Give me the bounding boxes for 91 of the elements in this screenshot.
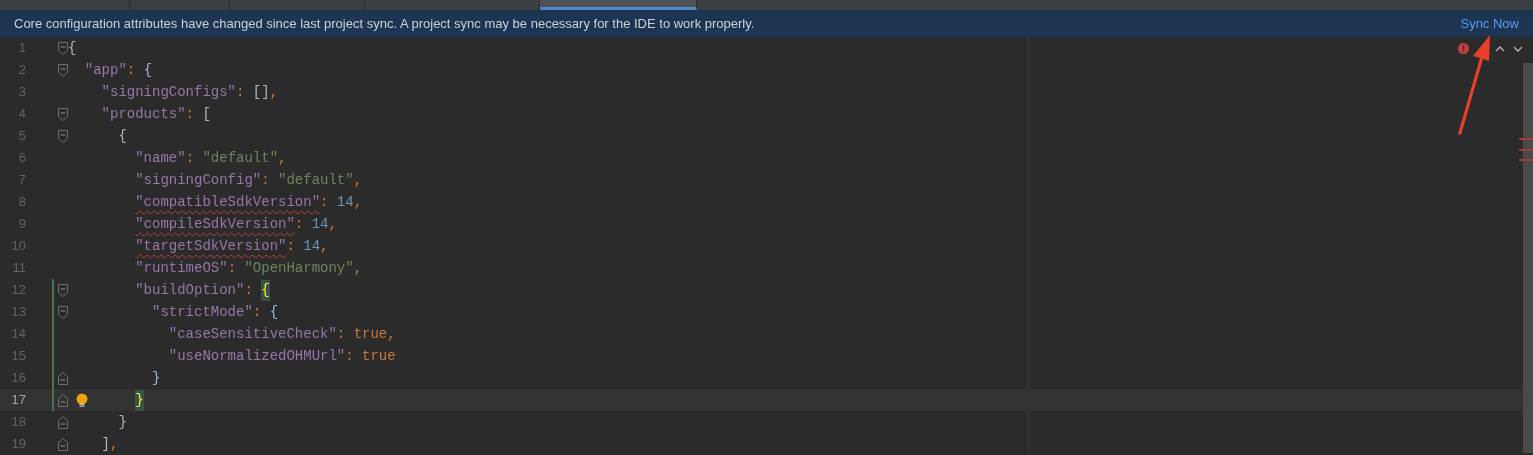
- code-token: ,: [387, 324, 396, 344]
- fold-icon[interactable]: [58, 63, 68, 77]
- fold-icon[interactable]: [58, 107, 68, 121]
- code-token: "default": [202, 148, 279, 168]
- fold-icon[interactable]: [58, 371, 68, 385]
- code-token: "signingConfigs": [101, 82, 236, 102]
- code-token: "strictMode": [152, 302, 253, 322]
- code-token: 14: [311, 214, 329, 234]
- code-token: {: [261, 279, 270, 301]
- fold-icon[interactable]: [58, 415, 68, 429]
- line-number: 4: [17, 105, 26, 124]
- code-token: ]: [101, 434, 110, 454]
- code-token: [: [202, 104, 211, 124]
- code-token: "signingConfig": [135, 170, 262, 190]
- code-token: :: [227, 258, 238, 278]
- code-token: }: [152, 368, 161, 388]
- line-number: 3: [17, 83, 26, 102]
- chevron-down-icon[interactable]: [1513, 45, 1523, 52]
- code-token: {: [118, 126, 127, 146]
- fold-icon[interactable]: [58, 305, 68, 319]
- code-token: {: [143, 60, 153, 80]
- code-token: "compileSdkVersion": [135, 214, 295, 234]
- error-icon[interactable]: [1458, 43, 1469, 54]
- code-token: "caseSensitiveCheck": [168, 324, 337, 344]
- code-token: :: [126, 60, 137, 80]
- code-token: }: [118, 412, 127, 432]
- code-token: ,: [320, 236, 329, 256]
- code-token: :: [345, 346, 355, 366]
- code-token: ,: [353, 170, 363, 190]
- code-token: :: [336, 324, 347, 344]
- line-number: 13: [10, 303, 26, 322]
- line-number: 7: [17, 171, 26, 190]
- code-token: "compatibleSdkVersion": [135, 192, 321, 212]
- line-number: 11: [11, 259, 26, 278]
- line-number: 12: [10, 281, 26, 300]
- code-token: :: [185, 104, 195, 124]
- code-token: ,: [353, 192, 363, 212]
- lightbulb-icon[interactable]: [76, 393, 88, 408]
- line-number: 6: [17, 149, 26, 168]
- line-number: 19: [10, 435, 26, 454]
- code-token: :: [244, 280, 254, 300]
- code-token: ,: [353, 258, 363, 278]
- line-number: 2: [17, 61, 26, 80]
- code-token: {: [269, 302, 279, 322]
- code-token: "app": [84, 60, 127, 80]
- scrollbar[interactable]: [1523, 63, 1533, 453]
- line-number: 8: [17, 193, 26, 212]
- banner-message: Core configuration attributes have changed since last project sync. A project sync may be necessary for the IDE to work properly.: [14, 14, 755, 33]
- code-token: "default": [278, 170, 354, 190]
- code-token: :: [261, 170, 271, 190]
- code-token: 14: [303, 236, 321, 256]
- fold-icon[interactable]: [58, 41, 68, 55]
- editor-tab[interactable]: [540, 0, 697, 10]
- sync-now-link[interactable]: Sync Now: [1460, 13, 1519, 34]
- code-token: :: [320, 192, 330, 212]
- code-token: "runtimeOS": [135, 258, 228, 278]
- code-token: ,: [328, 214, 337, 234]
- fold-icon[interactable]: [58, 283, 68, 297]
- chevron-up-icon[interactable]: [1495, 45, 1505, 52]
- code-token: "name": [135, 148, 186, 168]
- fold-icon[interactable]: [58, 393, 68, 407]
- code-token: "buildOption": [135, 280, 245, 300]
- line-number: 5: [17, 127, 26, 146]
- code-token: ,: [110, 434, 119, 454]
- fold-icon[interactable]: [58, 437, 68, 451]
- code-token: :: [294, 214, 305, 234]
- code-token: :: [286, 236, 296, 256]
- code-token: {: [68, 38, 77, 58]
- code-token: true: [353, 324, 388, 344]
- fold-icon[interactable]: [58, 129, 68, 143]
- line-number: 1: [17, 39, 26, 58]
- code-token: "targetSdkVersion": [135, 236, 287, 256]
- code-token: "products": [101, 104, 186, 124]
- code-token: :: [236, 82, 246, 102]
- code-token: }: [135, 389, 144, 411]
- code-token: :: [252, 302, 263, 322]
- code-token: 14: [336, 192, 354, 212]
- code-token: ,: [269, 82, 279, 102]
- code-token: true: [362, 346, 396, 366]
- code-token: "useNormalizedOHMUrl": [168, 346, 346, 366]
- code-token: ,: [278, 148, 287, 168]
- line-number: 14: [10, 325, 26, 344]
- line-number: 17: [10, 391, 26, 410]
- code-token: []: [252, 82, 270, 102]
- line-number: 15: [10, 347, 26, 366]
- line-number: 10: [10, 237, 26, 256]
- line-number: 16: [10, 369, 26, 388]
- line-number: 18: [10, 413, 26, 432]
- code-token: :: [185, 148, 196, 168]
- code-token: "OpenHarmony": [244, 258, 354, 278]
- line-number: 9: [17, 215, 26, 234]
